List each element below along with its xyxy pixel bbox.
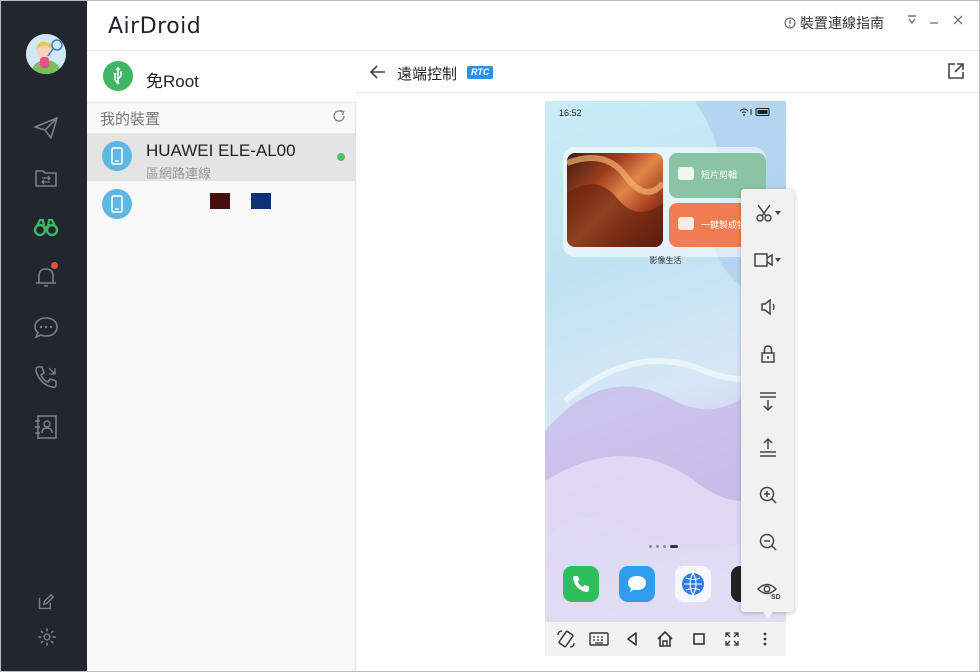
rotate-icon[interactable] bbox=[555, 628, 577, 650]
screenshot-scissors-icon[interactable] bbox=[741, 193, 794, 233]
notification-up-icon[interactable] bbox=[741, 428, 794, 468]
rtc-badge: RTC bbox=[467, 66, 494, 79]
refresh-icon[interactable] bbox=[331, 108, 349, 126]
device-guide-link[interactable]: 裝置連線指南 bbox=[784, 13, 884, 33]
back-arrow-icon[interactable] bbox=[368, 62, 388, 82]
no-root-label: 免Root bbox=[146, 72, 199, 91]
send-icon[interactable] bbox=[31, 113, 61, 143]
remote-control-title: 遠端控制 bbox=[397, 66, 458, 83]
app-logo: AirDroid bbox=[108, 14, 202, 39]
nav-rail bbox=[1, 1, 87, 671]
zoom-in-icon[interactable] bbox=[741, 475, 794, 515]
info-circle-icon bbox=[784, 17, 796, 29]
collapse-icon[interactable] bbox=[903, 12, 921, 30]
more-vertical-icon[interactable] bbox=[754, 628, 776, 650]
popout-window-icon[interactable] bbox=[947, 62, 967, 82]
phone-call-icon[interactable] bbox=[31, 362, 61, 392]
back-triangle-icon[interactable] bbox=[621, 628, 643, 650]
avatar[interactable] bbox=[26, 34, 66, 74]
svg-text:SD: SD bbox=[771, 594, 781, 600]
online-status-dot bbox=[337, 153, 345, 161]
browser-app-icon[interactable] bbox=[675, 566, 711, 602]
notification-badge bbox=[51, 262, 58, 269]
fullscreen-icon[interactable] bbox=[721, 628, 743, 650]
lock-screen-icon[interactable] bbox=[741, 334, 794, 374]
redacted-block bbox=[210, 193, 230, 209]
keyboard-icon[interactable] bbox=[588, 628, 610, 650]
device-panel: 免Root 我的裝置 HUAWEI ELE-AL00 區網路連線 bbox=[87, 51, 356, 671]
notification-down-icon[interactable] bbox=[741, 381, 794, 421]
device-guide-label: 裝置連線指南 bbox=[800, 15, 884, 31]
usb-icon bbox=[103, 61, 133, 91]
phone-app-icon[interactable] bbox=[563, 566, 599, 602]
phone-control-bar bbox=[545, 621, 786, 656]
status-icons bbox=[738, 107, 772, 119]
device-name: HUAWEI ELE-AL00 bbox=[146, 141, 296, 160]
device-row-huawei[interactable]: HUAWEI ELE-AL00 區網路連線 bbox=[87, 133, 356, 181]
page-indicator bbox=[649, 545, 678, 548]
phone-device-icon bbox=[102, 141, 132, 171]
home-icon[interactable] bbox=[654, 628, 676, 650]
title-bar: AirDroid 裝置連線指南 bbox=[87, 1, 979, 51]
eye-sd-icon[interactable]: SD bbox=[741, 569, 794, 609]
close-icon[interactable] bbox=[949, 12, 967, 30]
tool-panel-pointer bbox=[762, 611, 774, 618]
my-devices-heading: 我的裝置 bbox=[100, 111, 161, 128]
device-row-2[interactable] bbox=[87, 181, 356, 229]
remote-control-header: 遠端控制 RTC bbox=[356, 51, 979, 93]
no-root-row[interactable]: 免Root bbox=[87, 51, 356, 103]
airdroid-window: AirDroid 裝置連線指南 免Root 我的裝置 HUAWEI ELE-AL… bbox=[0, 0, 980, 672]
redacted-block bbox=[251, 193, 271, 209]
widget-photo[interactable] bbox=[567, 153, 663, 247]
edit-icon[interactable] bbox=[35, 591, 57, 613]
chat-bubble-icon[interactable] bbox=[31, 312, 61, 342]
bell-icon[interactable] bbox=[31, 262, 61, 292]
file-transfer-icon[interactable] bbox=[31, 163, 61, 193]
phone-device-icon bbox=[102, 189, 132, 219]
minimize-icon[interactable] bbox=[925, 12, 943, 30]
device-connection-status: 區網路連線 bbox=[146, 166, 212, 181]
video-icon bbox=[678, 167, 694, 180]
binoculars-icon[interactable] bbox=[31, 212, 61, 242]
ai-icon bbox=[678, 217, 694, 230]
zoom-out-icon[interactable] bbox=[741, 522, 794, 562]
settings-icon[interactable] bbox=[36, 626, 58, 648]
volume-icon[interactable] bbox=[741, 287, 794, 327]
tool-panel: SD bbox=[741, 189, 794, 612]
record-video-icon[interactable] bbox=[741, 240, 794, 280]
widget-tile-label: 短片剪輯 bbox=[701, 171, 738, 181]
recents-square-icon[interactable] bbox=[688, 628, 710, 650]
status-time: 16:52 bbox=[559, 108, 582, 118]
messages-app-icon[interactable] bbox=[619, 566, 655, 602]
widget-tile-label: 一鍵製成特 bbox=[701, 221, 747, 231]
contacts-icon[interactable] bbox=[31, 412, 61, 442]
